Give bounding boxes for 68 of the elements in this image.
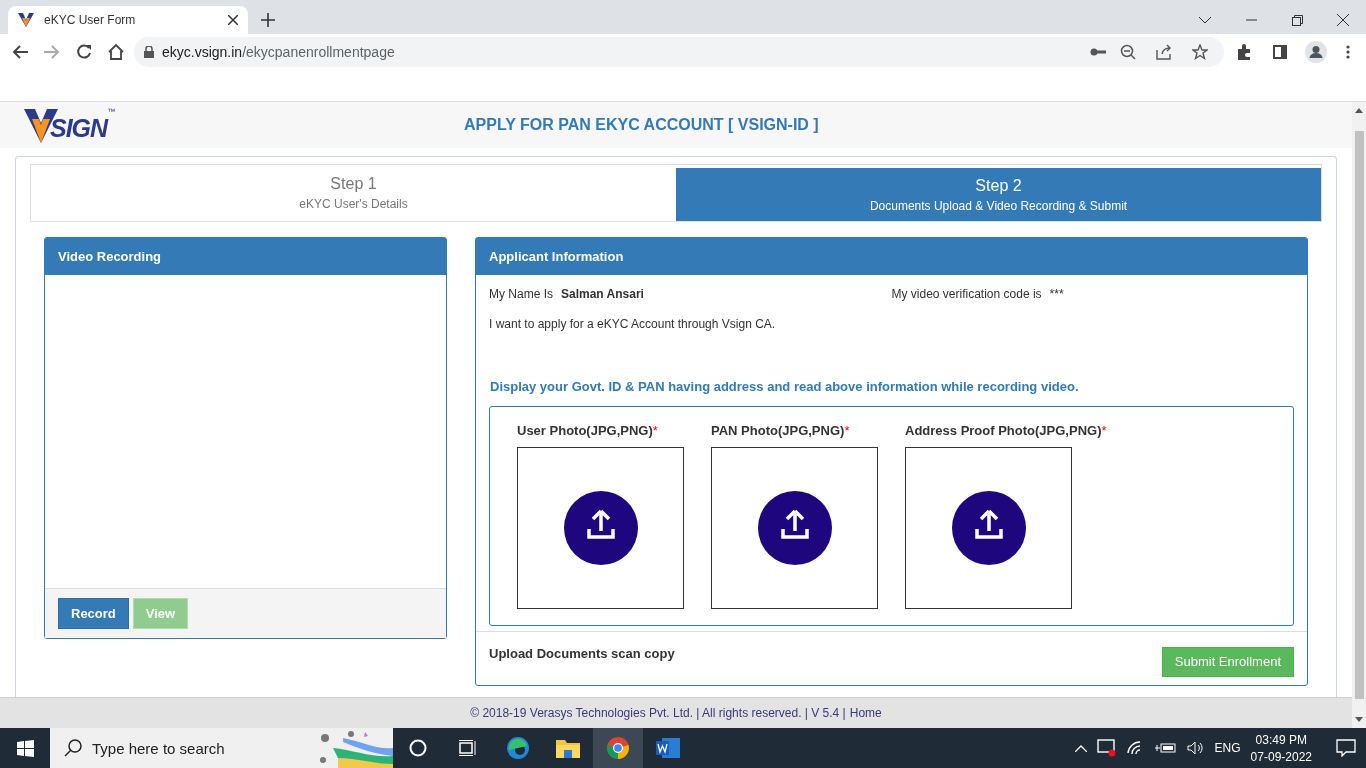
folder-icon[interactable] — [556, 738, 580, 758]
address-bar[interactable]: ekyc.vsign.in/ekycpanenrollmentpage — [134, 37, 1224, 67]
upload-dropzone[interactable] — [905, 446, 1072, 609]
home-link[interactable]: Home — [849, 706, 882, 720]
speaker-icon[interactable] — [1186, 741, 1205, 755]
url-host: ekyc.vsign.in — [162, 44, 243, 60]
upload-icon — [757, 490, 832, 565]
upload-label: User Photo(JPG,PNG)* — [517, 423, 659, 439]
star-icon[interactable] — [1192, 44, 1208, 60]
home-icon[interactable] — [108, 44, 124, 60]
upload-label: PAN Photo(JPG,PNG)* — [711, 423, 851, 439]
upload-icon — [951, 490, 1026, 565]
close-icon[interactable] — [228, 15, 238, 25]
back-arrow-icon[interactable] — [12, 45, 28, 59]
step-tab[interactable]: Step 2 Documents Upload & Video Recording & Submit — [676, 168, 1321, 221]
chevron-down-icon[interactable] — [1199, 16, 1211, 24]
windows-start-icon[interactable] — [16, 739, 34, 757]
edge-browser-icon[interactable] — [506, 736, 530, 760]
scrollbar[interactable] — [1352, 102, 1366, 728]
code-value: *** — [1049, 287, 1064, 301]
url-path: /ekycpanenrollmentpage — [242, 44, 395, 60]
name-value: Salman Ansari — [561, 287, 644, 301]
task-view-icon[interactable] — [459, 740, 477, 756]
search-icon — [64, 739, 82, 757]
v-logo-icon — [18, 13, 34, 27]
record-button[interactable]: Record — [58, 598, 129, 629]
logo-text: SIGN — [50, 114, 108, 143]
reload-icon[interactable] — [76, 44, 92, 60]
panel-title: Applicant Information — [476, 238, 1307, 275]
name-label: My Name Is — [489, 287, 553, 301]
profile-avatar-icon[interactable] — [1305, 41, 1327, 63]
language-indicator[interactable]: ENG — [1214, 741, 1241, 755]
restore-icon[interactable] — [1291, 14, 1303, 26]
notifications-icon[interactable] — [1336, 739, 1356, 757]
upload-note: Upload Documents scan copy — [489, 646, 675, 661]
browser-tab[interactable]: eKYC User Form — [8, 6, 248, 34]
cortana-circle-icon[interactable] — [409, 739, 427, 757]
panel-title: Video Recording — [45, 238, 446, 275]
close-icon[interactable] — [1337, 14, 1349, 26]
taskbar-clock[interactable]: 03:49 PM 07-09-2022 — [1250, 732, 1312, 764]
statement-text: I want to apply for a eKYC Account through Vsign CA. — [489, 317, 777, 331]
upload-icon — [563, 490, 638, 565]
upload-label: Address Proof Photo(JPG,PNG)* — [905, 423, 1107, 439]
zoom-out-icon[interactable] — [1120, 44, 1136, 60]
chrome-icon[interactable] — [606, 736, 630, 760]
trademark-mark: ™ — [107, 107, 116, 116]
share-icon[interactable] — [1156, 44, 1172, 60]
word-icon[interactable] — [656, 737, 680, 759]
lock-icon — [144, 46, 154, 58]
tab-title: eKYC User Form — [44, 13, 137, 27]
chevron-up-icon[interactable] — [1074, 744, 1087, 752]
puzzle-icon[interactable] — [1236, 44, 1252, 60]
key-icon[interactable] — [1090, 48, 1106, 56]
side-panel-icon[interactable] — [1273, 45, 1287, 59]
minimize-icon[interactable] — [1245, 19, 1257, 21]
upload-dropzone[interactable] — [711, 446, 878, 609]
new-tab-icon[interactable] — [261, 13, 275, 27]
battery-icon[interactable] — [1154, 742, 1177, 754]
page-title: APPLY FOR PAN EKYC ACCOUNT [ VSIGN-ID ] — [464, 116, 819, 134]
instruction-text: Display your Govt. ID & PAN having address and read above information while recording video. — [490, 379, 1080, 394]
copyright-text: © 2018-19 Verasys Technologies Pvt. Ltd. | All rights reserved. | V 5.4 | — [470, 706, 846, 720]
scroll-down-icon[interactable] — [1355, 717, 1363, 722]
scroll-up-icon[interactable] — [1355, 108, 1363, 113]
taskbar-search-field[interactable]: Type here to search — [50, 728, 393, 768]
code-label: My video verification code is — [891, 287, 1042, 301]
meet-now-icon[interactable] — [1096, 739, 1117, 757]
upload-dropzone[interactable] — [517, 446, 684, 609]
menu-icon[interactable] — [1346, 45, 1350, 59]
